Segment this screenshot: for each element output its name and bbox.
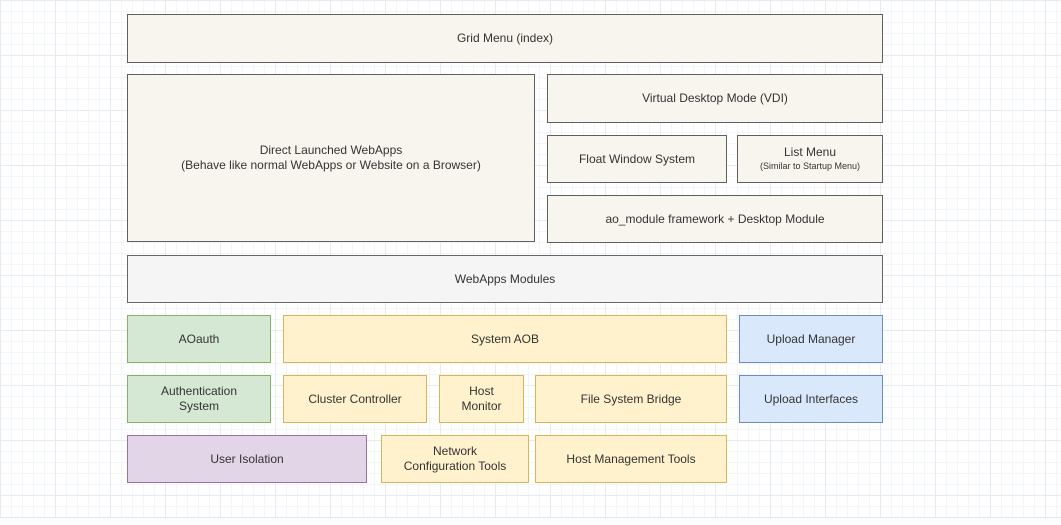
diagram-canvas[interactable]: Grid Menu (index) Direct Launched WebApp…	[0, 0, 1061, 525]
node-system-aob[interactable]: System AOB	[283, 315, 727, 363]
node-upload-interfaces-label: Upload Interfaces	[764, 392, 858, 407]
node-direct-launched-webapps[interactable]: Direct Launched WebApps (Behave like nor…	[127, 74, 535, 242]
node-direct-launched-webapps-label: Direct Launched WebApps (Behave like nor…	[181, 143, 481, 173]
node-user-isolation-label: User Isolation	[210, 452, 283, 467]
node-grid-menu-label: Grid Menu (index)	[457, 31, 553, 46]
node-user-isolation[interactable]: User Isolation	[127, 435, 367, 483]
node-authentication-system[interactable]: Authentication System	[127, 375, 271, 423]
node-aoauth-label: AOauth	[179, 332, 220, 347]
node-upload-manager-label: Upload Manager	[767, 332, 856, 347]
node-float-window-system[interactable]: Float Window System	[547, 135, 727, 183]
node-webapps-modules[interactable]: WebApps Modules	[127, 255, 883, 303]
node-virtual-desktop-mode[interactable]: Virtual Desktop Mode (VDI)	[547, 74, 883, 123]
node-cluster-controller-label: Cluster Controller	[308, 392, 401, 407]
node-file-system-bridge[interactable]: File System Bridge	[535, 375, 727, 423]
node-ao-module-framework[interactable]: ao_module framework + Desktop Module	[547, 195, 883, 243]
node-network-configuration-tools-label: Network Configuration Tools	[404, 444, 507, 474]
node-host-monitor-label: Host Monitor	[461, 384, 501, 414]
canvas-page-edge	[0, 517, 1061, 525]
node-grid-menu[interactable]: Grid Menu (index)	[127, 14, 883, 63]
node-list-menu[interactable]: List Menu (Similar to Startup Menu)	[737, 135, 883, 183]
node-virtual-desktop-mode-label: Virtual Desktop Mode (VDI)	[642, 91, 788, 106]
node-float-window-system-label: Float Window System	[579, 152, 695, 167]
node-upload-manager[interactable]: Upload Manager	[739, 315, 883, 363]
node-list-menu-label: List Menu	[784, 145, 836, 160]
node-network-configuration-tools[interactable]: Network Configuration Tools	[381, 435, 529, 483]
node-file-system-bridge-label: File System Bridge	[581, 392, 682, 407]
node-host-management-tools[interactable]: Host Management Tools	[535, 435, 727, 483]
node-authentication-system-label: Authentication System	[161, 384, 237, 414]
node-list-menu-sublabel: (Similar to Startup Menu)	[760, 161, 860, 172]
node-upload-interfaces[interactable]: Upload Interfaces	[739, 375, 883, 423]
node-host-management-tools-label: Host Management Tools	[566, 452, 695, 467]
node-ao-module-framework-label: ao_module framework + Desktop Module	[605, 212, 824, 227]
node-webapps-modules-label: WebApps Modules	[455, 272, 556, 287]
node-host-monitor[interactable]: Host Monitor	[439, 375, 524, 423]
node-cluster-controller[interactable]: Cluster Controller	[283, 375, 427, 423]
node-aoauth[interactable]: AOauth	[127, 315, 271, 363]
node-system-aob-label: System AOB	[471, 332, 539, 347]
